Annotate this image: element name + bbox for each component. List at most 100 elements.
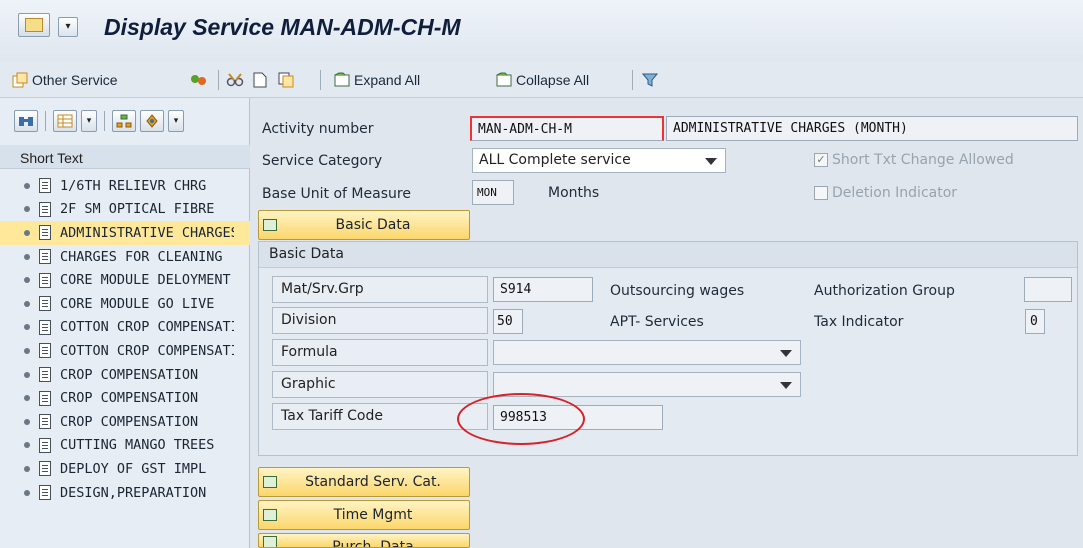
deletion-indicator-checkbox[interactable]: Deletion Indicator bbox=[814, 185, 957, 201]
annotation-circle bbox=[457, 393, 585, 445]
document-icon bbox=[39, 178, 51, 194]
tree-item-label: ADMINISTRATIVE CHARGES bbox=[60, 224, 234, 241]
tree-item[interactable]: CHARGES FOR CLEANING bbox=[0, 245, 250, 269]
tree-item-label: CHARGES FOR CLEANING bbox=[60, 248, 223, 265]
tree-item[interactable]: CROP COMPENSATION bbox=[0, 410, 250, 434]
tree-item[interactable]: CROP COMPENSATION bbox=[0, 386, 250, 410]
authorization-group-field[interactable] bbox=[1024, 277, 1072, 302]
filter-button[interactable] bbox=[641, 68, 662, 92]
create-button[interactable] bbox=[252, 68, 272, 92]
formula-select[interactable] bbox=[493, 340, 801, 365]
chevron-down-icon[interactable]: ▾ bbox=[81, 110, 97, 132]
tree-item[interactable]: CORE MODULE GO LIVE bbox=[0, 292, 250, 316]
tree-item-label: DEPLOY OF GST IMPL bbox=[60, 460, 207, 477]
tax-indicator-label: Tax Indicator bbox=[814, 314, 904, 330]
tax-tariff-code-label: Tax Tariff Code bbox=[272, 403, 488, 430]
tree-item[interactable]: 1/6TH RELIEVR CHRG bbox=[0, 174, 250, 198]
other-service-label: Other Service bbox=[32, 72, 118, 88]
toolbar-separator bbox=[218, 70, 219, 90]
expand-all-button[interactable]: Expand All bbox=[334, 68, 420, 92]
bullet-icon bbox=[24, 300, 30, 307]
division-field[interactable]: 50 bbox=[493, 309, 523, 334]
document-icon bbox=[39, 437, 51, 453]
display-change-button[interactable] bbox=[190, 68, 210, 92]
division-label: Division bbox=[272, 307, 488, 334]
tree-item-label: CORE MODULE GO LIVE bbox=[60, 295, 215, 312]
title-bar: ▾ Display Service MAN-ADM-CH-M bbox=[0, 0, 1083, 62]
document-icon bbox=[39, 296, 51, 312]
purch-data-button[interactable]: Purch. Data bbox=[258, 533, 470, 548]
time-mgmt-button[interactable]: Time Mgmt bbox=[258, 500, 470, 530]
tree-item[interactable]: CORE MODULE DELOYMENT bbox=[0, 268, 250, 292]
tree-item-label: COTTON CROP COMPENSATION bbox=[60, 342, 234, 359]
toolbar-separator bbox=[632, 70, 633, 90]
tree-item-label: COTTON CROP COMPENSATION bbox=[60, 319, 234, 336]
tree-item[interactable]: CROP COMPENSATION bbox=[0, 363, 250, 387]
document-icon bbox=[39, 201, 51, 217]
filter-icon bbox=[641, 72, 659, 88]
tree-item-label: CROP COMPENSATION bbox=[60, 366, 199, 383]
tree-item[interactable]: DEPLOY OF GST IMPL bbox=[0, 457, 250, 481]
tree-column-header: Short Text bbox=[0, 145, 250, 169]
document-icon bbox=[39, 414, 51, 430]
bullet-icon bbox=[24, 253, 30, 260]
binoculars-icon[interactable] bbox=[14, 110, 38, 132]
mat-srv-grp-text: Outsourcing wages bbox=[610, 283, 745, 299]
bullet-icon bbox=[24, 347, 30, 354]
activity-text-field[interactable]: ADMINISTRATIVE CHARGES (MONTH) bbox=[666, 116, 1078, 141]
expand-all-label: Expand All bbox=[354, 72, 421, 88]
layout-grid-icon[interactable] bbox=[53, 110, 77, 132]
basic-data-button[interactable]: Basic Data bbox=[258, 210, 470, 240]
bullet-icon bbox=[24, 206, 30, 213]
document-icon bbox=[39, 272, 51, 288]
deletion-indicator-label: Deletion Indicator bbox=[832, 185, 958, 201]
service-category-label: Service Category bbox=[262, 153, 383, 169]
copy-button[interactable] bbox=[278, 68, 298, 92]
display-change-icon bbox=[190, 72, 206, 88]
tax-indicator-field[interactable]: 0 bbox=[1025, 309, 1045, 334]
tree-item[interactable]: ADMINISTRATIVE CHARGES bbox=[0, 221, 250, 245]
toolbar-separator bbox=[320, 70, 321, 90]
tree-item[interactable]: 2F SM OPTICAL FIBRE bbox=[0, 198, 250, 222]
other-object-icon bbox=[12, 72, 28, 88]
tree-item-label: 2F SM OPTICAL FIBRE bbox=[60, 201, 215, 218]
tree-item[interactable]: COTTON CROP COMPENSATION bbox=[0, 316, 250, 340]
tab-icon bbox=[263, 219, 277, 231]
tree-item[interactable]: COTTON CROP COMPENSATION bbox=[0, 339, 250, 363]
tree-item[interactable]: DESIGN,PREPARATION bbox=[0, 481, 250, 505]
document-icon bbox=[39, 461, 51, 477]
chevron-down-icon[interactable]: ▾ bbox=[58, 17, 78, 37]
mat-srv-grp-field[interactable]: S914 bbox=[493, 277, 593, 302]
where-used-button[interactable] bbox=[226, 68, 246, 92]
division-text: APT- Services bbox=[610, 314, 704, 330]
service-category-select[interactable]: ALL Complete service bbox=[472, 148, 726, 173]
chevron-down-icon bbox=[780, 382, 792, 389]
collapse-all-button[interactable]: Collapse All bbox=[496, 68, 589, 92]
document-icon bbox=[39, 249, 51, 265]
tab-icon bbox=[263, 536, 277, 547]
bullet-icon bbox=[24, 395, 30, 402]
checkbox-checked-icon: ✓ bbox=[814, 153, 828, 167]
document-icon bbox=[39, 485, 51, 501]
bullet-icon bbox=[24, 182, 30, 189]
chevron-down-icon[interactable]: ▾ bbox=[168, 110, 184, 132]
glasses-icon bbox=[226, 72, 244, 88]
structure-icon[interactable] bbox=[140, 110, 164, 132]
chevron-down-icon bbox=[780, 350, 792, 357]
bullet-icon bbox=[24, 418, 30, 425]
base-uom-text: Months bbox=[548, 185, 600, 201]
tree-item[interactable]: CUTTING MANGO TREES bbox=[0, 434, 250, 458]
document-icon bbox=[39, 319, 51, 335]
hierarchy-icon[interactable] bbox=[112, 110, 136, 132]
system-menu-icon[interactable] bbox=[18, 13, 50, 37]
other-service-button[interactable]: Other Service bbox=[12, 68, 118, 92]
bullet-icon bbox=[24, 371, 30, 378]
base-uom-label: Base Unit of Measure bbox=[262, 186, 411, 202]
tree-item-label: DESIGN,PREPARATION bbox=[60, 484, 207, 501]
base-uom-field[interactable]: MON bbox=[472, 180, 514, 205]
collapse-all-label: Collapse All bbox=[516, 72, 590, 88]
tab-icon bbox=[263, 509, 277, 521]
short-txt-change-checkbox[interactable]: ✓ Short Txt Change Allowed bbox=[814, 152, 1014, 168]
standard-serv-cat-button[interactable]: Standard Serv. Cat. bbox=[258, 467, 470, 497]
activity-number-field[interactable]: MAN-ADM-CH-M bbox=[470, 116, 664, 141]
